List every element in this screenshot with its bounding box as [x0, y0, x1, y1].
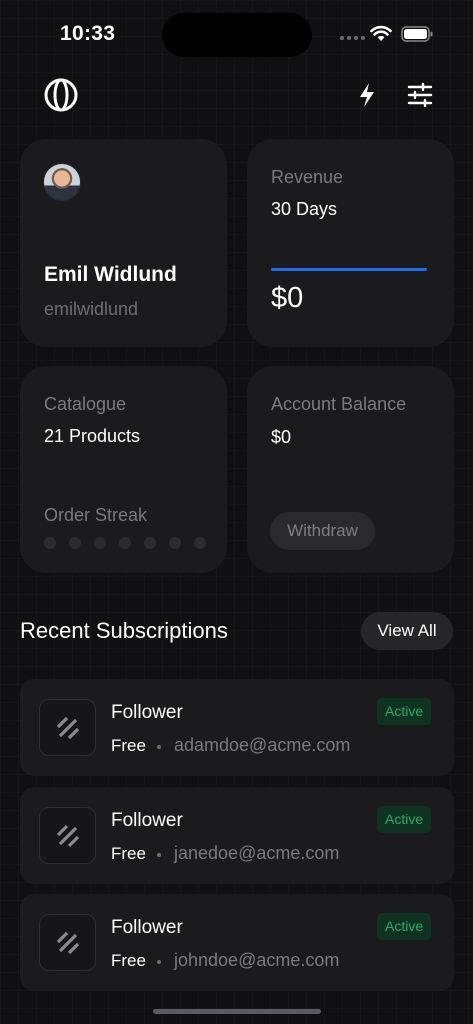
- home-indicator[interactable]: [153, 1009, 321, 1014]
- account-balance-label: Account Balance: [271, 394, 407, 414]
- subscription-tier: Free: [111, 736, 146, 755]
- status-badge: Active: [377, 698, 432, 725]
- catalogue-value: 21 Products: [44, 426, 141, 446]
- separator-dot: [157, 960, 161, 964]
- streak-dot: [94, 537, 106, 549]
- wifi-icon: [370, 25, 392, 41]
- streak-dot: [69, 537, 81, 549]
- avatar[interactable]: [43, 163, 81, 201]
- product-placeholder-icon: [39, 807, 96, 864]
- subscription-row[interactable]: Follower Free adamdoe@acme.com Active: [20, 679, 454, 776]
- revenue-label: Revenue: [271, 167, 344, 187]
- dynamic-island: [162, 13, 312, 57]
- withdraw-button[interactable]: Withdraw: [270, 512, 375, 550]
- status-badge: Active: [377, 806, 432, 833]
- profile-name: Emil Widlund: [44, 263, 177, 286]
- account-balance-card[interactable]: Account Balance $0 Withdraw: [247, 366, 454, 573]
- revenue-card[interactable]: Revenue 30 Days $0: [247, 139, 454, 347]
- bolt-icon[interactable]: [357, 82, 377, 108]
- subscription-title: Follower: [111, 810, 183, 831]
- revenue-amount: $0: [271, 282, 304, 314]
- streak-dot: [44, 537, 56, 549]
- subscriber-email: adamdoe@acme.com: [174, 735, 351, 755]
- subscriber-email: johndoe@acme.com: [174, 950, 340, 970]
- battery-icon: [401, 26, 433, 42]
- status-badge: Active: [377, 913, 432, 940]
- status-bar: 10:33: [0, 0, 473, 60]
- catalogue-card[interactable]: Catalogue 21 Products Order Streak: [20, 366, 227, 573]
- catalogue-label: Catalogue: [44, 394, 127, 414]
- signal-icon: [340, 36, 365, 40]
- streak-dot: [119, 537, 131, 549]
- logo-icon[interactable]: [44, 78, 78, 112]
- product-placeholder-icon: [39, 699, 96, 756]
- subscriber-email: janedoe@acme.com: [174, 843, 340, 863]
- separator-dot: [157, 853, 161, 857]
- streak-dot: [169, 537, 181, 549]
- order-streak-label: Order Streak: [44, 505, 148, 525]
- subscription-tier: Free: [111, 951, 146, 970]
- view-all-button[interactable]: View All: [361, 612, 453, 650]
- profile-card[interactable]: Emil Widlund emilwidlund: [20, 139, 227, 347]
- subscription-row[interactable]: Follower Free janedoe@acme.com Active: [20, 787, 454, 884]
- separator-dot: [157, 745, 161, 749]
- order-streak-dots: [44, 537, 206, 549]
- subscription-title: Follower: [111, 917, 183, 938]
- subscription-row[interactable]: Follower Free johndoe@acme.com Active: [20, 894, 454, 991]
- sliders-icon[interactable]: [407, 83, 433, 107]
- streak-dot: [144, 537, 156, 549]
- subscription-tier: Free: [111, 844, 146, 863]
- streak-dot: [194, 537, 206, 549]
- recent-subscriptions-title: Recent Subscriptions: [20, 618, 228, 643]
- status-time: 10:33: [60, 22, 116, 45]
- profile-handle: emilwidlund: [44, 299, 139, 319]
- revenue-chart-line: [271, 268, 427, 271]
- product-placeholder-icon: [39, 914, 96, 971]
- revenue-period: 30 Days: [271, 199, 338, 219]
- account-balance-value: $0: [271, 427, 292, 447]
- subscription-title: Follower: [111, 702, 183, 723]
